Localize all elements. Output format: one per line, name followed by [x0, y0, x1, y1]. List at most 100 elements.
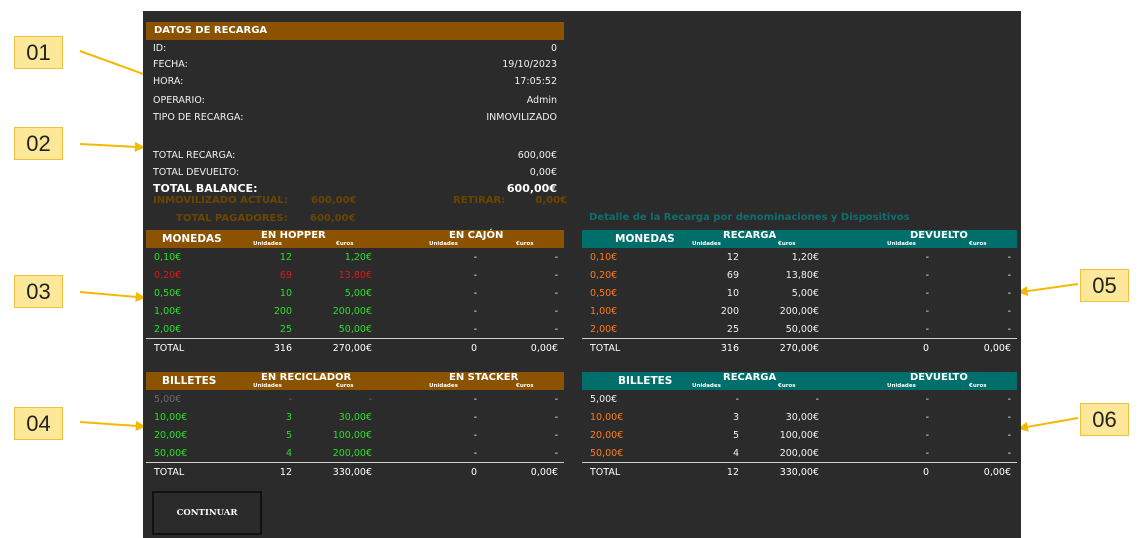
table-cell: - — [735, 394, 739, 405]
recarga-screen: DATOS DE RECARGA ID: 0 FECHA: 19/10/2023… — [143, 11, 1021, 538]
table-row: 50,00€ 4 200,00€ - - — [146, 444, 564, 462]
table-cell: 5,00€ — [791, 288, 819, 299]
table-cell: 100,00€ — [779, 430, 819, 441]
table-row: 20,00€ 5 100,00€ - - — [582, 426, 1017, 444]
table-cell: TOTAL — [590, 343, 621, 354]
table-cell: 316 — [720, 343, 739, 354]
table-cell: 10,00€ — [154, 412, 188, 423]
callout-arrow-04 — [79, 421, 143, 428]
field-fecha: FECHA: 19/10/2023 — [153, 59, 557, 74]
pagadores-value: 600,00€ — [310, 213, 356, 224]
table-cell: - — [473, 306, 477, 317]
euros-sublabel: €uros — [778, 241, 796, 247]
retirar-value: 0,00€ — [535, 195, 567, 206]
euros-sublabel: €uros — [969, 383, 987, 389]
table-cell: 316 — [273, 343, 292, 354]
pagadores-row: TOTAL PAGADORES: 600,00€ — [153, 213, 557, 228]
field-operario: OPERARIO: Admin — [153, 95, 557, 110]
table-cell: - — [554, 324, 558, 335]
table-cell: 12 — [279, 252, 292, 263]
continuar-button[interactable]: CONTINUAR — [152, 491, 262, 535]
table-row: 50,00€ 4 200,00€ - - — [582, 444, 1017, 462]
units-sublabel: Unidades — [692, 241, 721, 247]
field-value: 19/10/2023 — [502, 59, 557, 70]
table-cell: 330,00€ — [779, 467, 819, 478]
total-recarga-row: TOTAL RECARGA: 600,00€ — [153, 150, 557, 165]
field-value: 0 — [550, 43, 557, 54]
table-cell: TOTAL — [590, 467, 621, 478]
table-cell: - — [473, 412, 477, 423]
total-balance-value: 600,00€ — [506, 182, 557, 195]
total-balance-label: TOTAL BALANCE: — [153, 182, 258, 195]
table-cell: 0 — [922, 467, 929, 478]
table-cell: 200 — [273, 306, 292, 317]
table-cell: 10 — [726, 288, 739, 299]
table-cell: 5,00€ — [590, 394, 618, 405]
field-label: OPERARIO: — [153, 95, 205, 106]
table-cell: - — [925, 430, 929, 441]
table-cell: 69 — [726, 270, 739, 281]
callout-04: 04 — [14, 407, 63, 440]
table-cell: - — [1007, 412, 1011, 423]
table-cell: - — [473, 252, 477, 263]
table-cell: - — [288, 394, 292, 405]
group-cajon-label: EN CAJÓN — [449, 230, 504, 241]
table-cell: 4 — [285, 448, 292, 459]
table-cell: 0 — [922, 343, 929, 354]
table-cell: 5 — [285, 430, 292, 441]
category-label: MONEDAS — [615, 233, 675, 245]
table-row: 2,00€ 25 50,00€ - - — [582, 320, 1017, 338]
billetes-recarga-table: BILLETES RECARGA Unidades €uros DEVUELTO… — [582, 372, 1017, 480]
table-cell: 0 — [470, 343, 477, 354]
table-cell: - — [554, 394, 558, 405]
table-cell: 12 — [726, 252, 739, 263]
total-recarga-value: 600,00€ — [517, 150, 557, 161]
table-cell: 12 — [279, 467, 292, 478]
table-total-row: TOTAL 316 270,00€ 0 0,00€ — [146, 338, 564, 356]
euros-sublabel: €uros — [778, 383, 796, 389]
table-cell: - — [1007, 394, 1011, 405]
callout-arrow-02 — [79, 143, 142, 149]
table-total-row: TOTAL 12 330,00€ 0 0,00€ — [146, 462, 564, 480]
table-cell: 10,00€ — [590, 412, 624, 423]
table-cell: 5 — [732, 430, 739, 441]
table-cell: 10 — [279, 288, 292, 299]
table-cell: 200,00€ — [332, 306, 372, 317]
table-cell: - — [1007, 252, 1011, 263]
table-cell: 12 — [726, 467, 739, 478]
table-cell: 4 — [732, 448, 739, 459]
table-cell: 0,20€ — [590, 270, 618, 281]
table-header: BILLETES RECARGA Unidades €uros DEVUELTO… — [582, 372, 1017, 390]
table-cell: 20,00€ — [590, 430, 624, 441]
group-reciclador-label: EN RECICLADOR — [261, 372, 352, 383]
table-cell: - — [554, 252, 558, 263]
table-cell: - — [473, 324, 477, 335]
table-cell: - — [1007, 270, 1011, 281]
table-row: 0,20€ 69 13,80€ - - — [146, 266, 564, 284]
units-sublabel: Unidades — [429, 383, 458, 389]
table-cell: - — [554, 430, 558, 441]
callout-05: 05 — [1080, 269, 1129, 302]
table-row: 0,50€ 10 5,00€ - - — [582, 284, 1017, 302]
table-row: 1,00€ 200 200,00€ - - — [582, 302, 1017, 320]
euros-sublabel: €uros — [336, 241, 354, 247]
table-row: 1,00€ 200 200,00€ - - — [146, 302, 564, 320]
datos-recarga-title: DATOS DE RECARGA — [154, 25, 268, 36]
field-value: Admin — [526, 95, 557, 106]
table-cell: - — [925, 412, 929, 423]
table-cell: - — [1007, 324, 1011, 335]
total-devuelto-label: TOTAL DEVUELTO: — [153, 167, 240, 178]
callout-01: 01 — [14, 36, 63, 69]
table-cell: - — [1007, 288, 1011, 299]
callout-02: 02 — [14, 127, 63, 160]
table-cell: 13,80€ — [338, 270, 372, 281]
inmovilizado-label: INMOVILIZADO ACTUAL: — [153, 195, 288, 206]
field-label: HORA: — [153, 76, 184, 87]
category-label: BILLETES — [162, 375, 217, 387]
table-cell: 50,00€ — [338, 324, 372, 335]
table-header: MONEDAS RECARGA Unidades €uros DEVUELTO … — [582, 230, 1017, 248]
group-stacker-label: EN STACKER — [449, 372, 519, 383]
table-cell: 25 — [726, 324, 739, 335]
table-cell: 1,00€ — [154, 306, 182, 317]
table-cell: 1,20€ — [791, 252, 819, 263]
